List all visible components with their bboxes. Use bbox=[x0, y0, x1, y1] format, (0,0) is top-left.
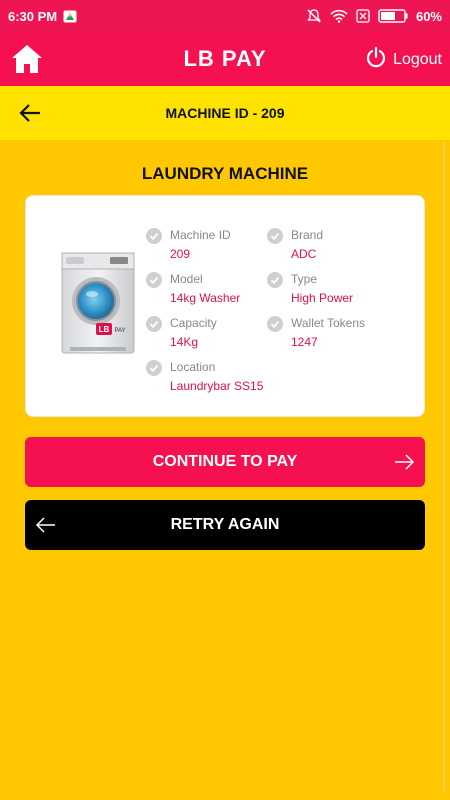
field-label: Wallet Tokens bbox=[291, 316, 366, 330]
logout-label: Logout bbox=[393, 50, 442, 68]
field-brand: Brand ADC bbox=[267, 227, 323, 262]
field-label: Capacity bbox=[170, 316, 217, 330]
field-value: ADC bbox=[291, 247, 317, 261]
check-icon bbox=[146, 360, 162, 376]
field-label: Machine ID bbox=[170, 228, 231, 242]
field-machine-id: Machine ID 209 bbox=[146, 227, 231, 262]
retry-label: RETRY AGAIN bbox=[170, 516, 280, 533]
field-value: 14Kg bbox=[170, 335, 199, 349]
field-location: Location Laundrybar SS15 bbox=[146, 359, 263, 394]
status-time: 6:30 PM bbox=[8, 8, 58, 24]
field-value: 1247 bbox=[291, 335, 318, 349]
battery-icon bbox=[378, 9, 408, 23]
machine-card: LB PAY Machine ID 209 Brand ADC Model 14… bbox=[25, 195, 425, 417]
check-icon bbox=[146, 272, 162, 288]
status-bar: 6:30 PM 60% bbox=[0, 0, 450, 32]
machine-id-title: MACHINE ID - 209 bbox=[165, 105, 285, 121]
wifi-icon bbox=[330, 9, 348, 23]
app-header: LB PAY Logout bbox=[0, 32, 450, 86]
field-label: Model bbox=[170, 272, 203, 286]
check-icon bbox=[267, 316, 283, 332]
field-value: Laundrybar SS15 bbox=[170, 379, 264, 393]
arrow-left-icon bbox=[35, 517, 55, 533]
field-capacity: Capacity 14Kg bbox=[146, 315, 217, 350]
field-label: Type bbox=[291, 272, 318, 286]
retry-again-button[interactable]: RETRY AGAIN bbox=[25, 500, 425, 550]
field-value: 14kg Washer bbox=[170, 291, 241, 305]
battery-percent: 60% bbox=[415, 8, 442, 24]
field-type: Type High Power bbox=[267, 271, 353, 306]
scroll-indicator bbox=[443, 142, 445, 792]
mute-icon bbox=[306, 8, 322, 24]
check-icon bbox=[146, 316, 162, 332]
section-title: LAUNDRY MACHINE bbox=[141, 164, 309, 183]
field-model: Model 14kg Washer bbox=[146, 271, 240, 306]
svg-text:LB: LB bbox=[99, 325, 110, 334]
field-label: Brand bbox=[291, 228, 324, 242]
field-label: Location bbox=[170, 360, 216, 374]
svg-text:PAY: PAY bbox=[114, 328, 125, 334]
check-icon bbox=[146, 228, 162, 244]
check-icon bbox=[267, 228, 283, 244]
continue-label: CONTINUE TO PAY bbox=[152, 453, 298, 470]
sim-icon bbox=[356, 9, 370, 23]
field-value: High Power bbox=[291, 291, 354, 305]
arrow-right-icon bbox=[395, 454, 415, 470]
continue-to-pay-button[interactable]: CONTINUE TO PAY bbox=[25, 437, 425, 487]
drive-icon bbox=[63, 10, 77, 23]
field-wallet-tokens: Wallet Tokens 1247 bbox=[267, 315, 365, 350]
logout-button[interactable]: Logout bbox=[365, 46, 442, 73]
check-icon bbox=[267, 272, 283, 288]
power-icon bbox=[365, 46, 387, 73]
sub-header: MACHINE ID - 209 bbox=[0, 86, 450, 140]
washer-image: LB PAY bbox=[60, 251, 136, 355]
field-value: 209 bbox=[170, 247, 191, 261]
